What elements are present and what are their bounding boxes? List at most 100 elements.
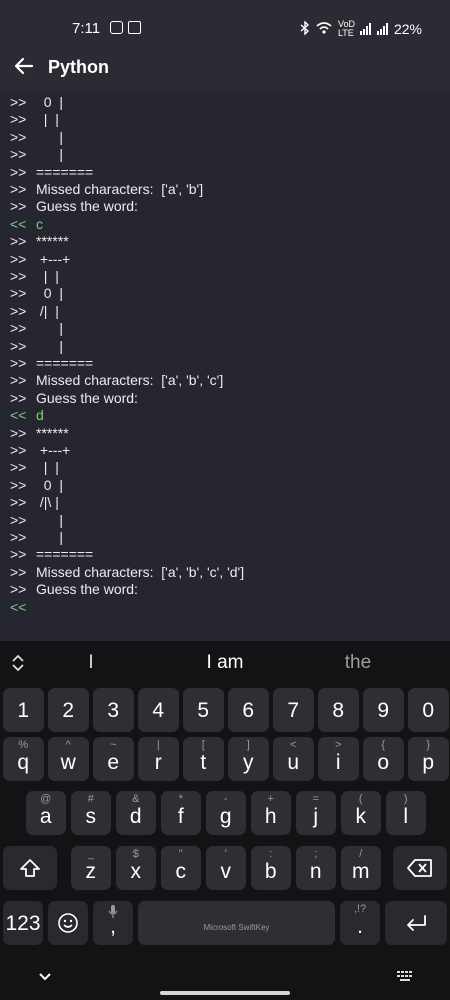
key-e[interactable]: ~ e xyxy=(93,737,134,781)
home-indicator[interactable] xyxy=(160,991,290,995)
key-label: 7 xyxy=(287,699,300,722)
line-prefix: >> xyxy=(10,320,27,337)
line-prefix: >> xyxy=(10,337,27,354)
key-0[interactable]: 0 xyxy=(408,688,449,732)
line-prefix: >> xyxy=(10,268,27,284)
console-output-line: >> | | xyxy=(10,267,59,285)
key-p[interactable]: } p xyxy=(408,737,449,781)
key-i[interactable]: > i xyxy=(318,737,359,781)
key-label: t xyxy=(200,751,207,774)
key-j[interactable]: = j xyxy=(295,791,336,835)
key-d[interactable]: & d xyxy=(115,791,156,835)
key-alt-label: & xyxy=(132,793,140,805)
comma-key[interactable]: , xyxy=(93,901,133,945)
key-label: d xyxy=(129,805,142,828)
key-label: g xyxy=(219,805,232,828)
line-prefix: >> xyxy=(10,372,27,389)
line-text: | xyxy=(36,529,63,545)
key-x[interactable]: $ x xyxy=(115,846,156,890)
key-b[interactable]: :b xyxy=(250,846,291,890)
key-h[interactable]: + h xyxy=(250,791,291,835)
key-1[interactable]: 1 xyxy=(3,688,44,732)
line-prefix: >> xyxy=(10,355,27,371)
line-text: c xyxy=(36,215,43,232)
key-n[interactable]: ; n xyxy=(295,846,336,890)
key-k[interactable]: (k xyxy=(340,791,381,835)
signal-icon-2 xyxy=(376,23,388,35)
console-output-line: >> ****** xyxy=(10,424,69,442)
key-label: i xyxy=(335,751,341,774)
key-8[interactable]: 8 xyxy=(318,688,359,732)
line-prefix: >> xyxy=(10,529,27,545)
console-output-line: >> | xyxy=(10,337,63,355)
console-output-line: >> /|\ | xyxy=(10,493,59,511)
wifi-icon xyxy=(316,21,332,37)
key-c[interactable]: " c xyxy=(160,846,201,890)
line-text: Guess the word: xyxy=(36,581,138,598)
key-y[interactable]: ] y xyxy=(228,737,269,781)
key-alt-label: % xyxy=(18,739,29,751)
console-output[interactable]: >> 0 | >> | | >> | >> | >> ======= >> Missed ch… xyxy=(0,92,450,641)
suggestion-bar: I I am the xyxy=(0,641,450,685)
expand-toolbar-icon[interactable] xyxy=(10,653,26,673)
console-output-line: >> ****** xyxy=(10,232,69,250)
key-4[interactable]: 4 xyxy=(138,688,179,732)
console-output-line: >> Missed characters: ['a', 'b', 'c'] xyxy=(10,371,223,389)
line-text: +---+ xyxy=(36,442,71,458)
backspace-key[interactable] xyxy=(393,846,447,890)
key-m[interactable]: / m xyxy=(340,846,381,890)
key-t[interactable]: [t xyxy=(183,737,224,781)
line-text: Missed characters: ['a', 'b'] xyxy=(36,181,204,197)
key-o[interactable]: {o xyxy=(363,737,404,781)
key-w[interactable]: ^ w xyxy=(48,737,89,781)
symbols-key[interactable]: 123 xyxy=(3,901,43,945)
key-z[interactable]: _ z xyxy=(70,846,111,890)
line-text: Guess the word: xyxy=(36,198,138,215)
shift-key[interactable] xyxy=(3,846,57,890)
line-prefix: >> xyxy=(10,581,27,598)
line-prefix: >> xyxy=(10,233,27,250)
console-output-line: >> | xyxy=(10,528,63,546)
key-q[interactable]: % q xyxy=(3,737,44,781)
line-prefix: >> xyxy=(10,302,27,319)
keyboard-switch-icon[interactable] xyxy=(396,969,414,987)
line-text: 0 | xyxy=(36,285,63,302)
emoji-key[interactable] xyxy=(48,901,88,945)
key-label: x xyxy=(130,860,142,883)
key-g[interactable]: -g xyxy=(205,791,246,835)
enter-key[interactable] xyxy=(385,901,447,945)
console-output-line: >> +---+ xyxy=(10,250,70,268)
line-text: ****** xyxy=(36,233,69,250)
key-7[interactable]: 7 xyxy=(273,688,314,732)
key-v[interactable]: ' v xyxy=(205,846,246,890)
key-s[interactable]: # s xyxy=(70,791,111,835)
key-l[interactable]: ) l xyxy=(385,791,426,835)
line-prefix: >> xyxy=(10,163,27,180)
key-label: f xyxy=(177,805,184,828)
key-5[interactable]: 5 xyxy=(183,688,224,732)
hide-keyboard-icon[interactable] xyxy=(38,969,52,987)
key-f[interactable]: * f xyxy=(160,791,201,835)
suggestion-2[interactable]: I am xyxy=(180,652,270,674)
key-2[interactable]: 2 xyxy=(48,688,89,732)
key-alt-label: { xyxy=(381,739,386,751)
line-prefix: << xyxy=(10,598,27,615)
space-key[interactable]: Microsoft SwiftKey xyxy=(138,901,335,945)
key-a[interactable]: @ a xyxy=(25,791,66,835)
key-label: j xyxy=(313,805,319,828)
key-alt-label: < xyxy=(290,739,297,751)
key-label: 6 xyxy=(242,699,255,722)
line-text: | xyxy=(36,511,63,528)
period-key[interactable]: ,!?. xyxy=(340,901,380,945)
key-u[interactable]: < u xyxy=(273,737,314,781)
key-6[interactable]: 6 xyxy=(228,688,269,732)
key-r[interactable]: | r xyxy=(138,737,179,781)
keyboard: I I am the 1 2 3 4 5 6 7 8 9 0% q ^ w ~ e | r[t] y < u > i{o}… xyxy=(0,641,450,1000)
console-output-line: >> | | xyxy=(10,110,59,128)
line-text: 0 | xyxy=(36,476,63,493)
key-9[interactable]: 9 xyxy=(363,688,404,732)
suggestion-1[interactable]: I xyxy=(76,652,106,674)
key-3[interactable]: 3 xyxy=(93,688,134,732)
suggestion-3[interactable]: the xyxy=(318,652,398,674)
back-arrow-icon[interactable] xyxy=(12,54,36,78)
